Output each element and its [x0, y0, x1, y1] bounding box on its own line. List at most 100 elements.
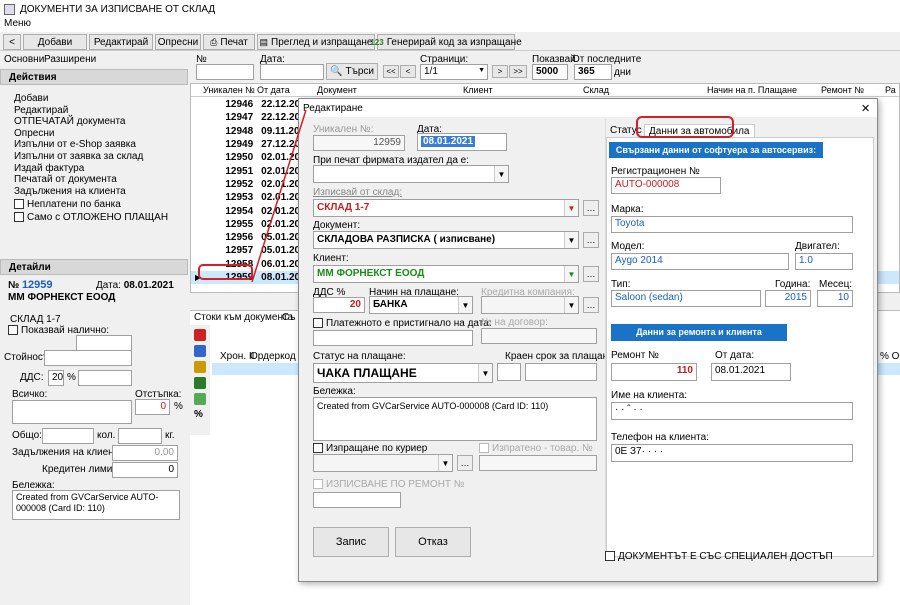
- prev-page-button[interactable]: <: [400, 65, 416, 78]
- tab-extended[interactable]: Разширени: [44, 54, 96, 65]
- client-name-field[interactable]: · · ˆ · ·: [611, 402, 853, 420]
- reg-field[interactable]: AUTO-000008: [611, 177, 721, 194]
- gen-code-button[interactable]: 123 Генерирай код за изпращане: [370, 34, 522, 50]
- next-page-button[interactable]: >: [492, 65, 508, 78]
- action-item[interactable]: Изпълни от заявка за склад: [14, 151, 143, 163]
- print-firm-select[interactable]: ▼: [313, 165, 509, 183]
- tab-goods[interactable]: Стоки към документа: [194, 312, 293, 323]
- repair-issue-field[interactable]: [313, 492, 401, 508]
- client-phone-field[interactable]: 0Е З7· · · ·: [611, 444, 853, 462]
- save-button[interactable]: Запис: [313, 527, 389, 557]
- action-item[interactable]: Добави: [14, 93, 143, 105]
- tab-basic[interactable]: Основни: [4, 54, 44, 65]
- action-item[interactable]: Печатай от документа: [14, 174, 143, 186]
- courier-select[interactable]: ▼: [313, 454, 453, 472]
- make-field[interactable]: Toyota: [611, 216, 853, 233]
- insert-row-icon[interactable]: [194, 345, 206, 357]
- general-qty-field[interactable]: [42, 428, 94, 444]
- page-select[interactable]: 1/1 ▼: [420, 64, 488, 80]
- first-page-button[interactable]: <<: [383, 65, 399, 78]
- vat-field[interactable]: 20: [313, 297, 365, 313]
- only-deferred-checkbox[interactable]: Само с ОТЛОЖЕНО ПЛАЩАН: [14, 212, 168, 223]
- col-header[interactable]: Начин на п. Плащане: [707, 85, 797, 95]
- action-item[interactable]: Издай фактура: [14, 163, 143, 175]
- print-button[interactable]: ⎙ Печат: [203, 34, 255, 50]
- back-button[interactable]: <: [3, 34, 21, 50]
- payment-method-select[interactable]: БАНКА ▼: [369, 296, 473, 314]
- action-item[interactable]: Задължения на клиента: [14, 186, 143, 198]
- courier-checkbox[interactable]: Изпращане по куриер: [313, 443, 427, 454]
- type-field[interactable]: Saloon (sedan): [611, 290, 761, 307]
- col-pct[interactable]: % О: [880, 351, 899, 362]
- percent-icon[interactable]: %: [194, 409, 203, 420]
- total-field[interactable]: [12, 400, 132, 424]
- vat-field[interactable]: 20: [48, 370, 64, 386]
- payment-status-select[interactable]: ЧАКА ПЛАЩАНЕ ▼: [313, 363, 493, 383]
- issued-from-browse-button[interactable]: …: [583, 200, 599, 216]
- payment-doc-date[interactable]: [313, 330, 473, 346]
- note-field[interactable]: Created from GVCarService AUTO-000008 (C…: [313, 397, 597, 441]
- note-field[interactable]: Created from GVCarService AUTO-000008 (C…: [12, 490, 180, 520]
- refresh-button[interactable]: Опресни: [155, 34, 201, 50]
- document-select[interactable]: СКЛАДОВА РАЗПИСКА ( изписване) ▼: [313, 231, 579, 249]
- payment-doc-checkbox[interactable]: Платежното е пристигнало на дата:: [313, 318, 492, 329]
- col-order[interactable]: Ордеркод: [250, 351, 296, 362]
- col-header[interactable]: Уникален №: [203, 85, 255, 95]
- delete-row-icon[interactable]: [194, 329, 206, 341]
- action-item[interactable]: Опресни: [14, 128, 143, 140]
- last-days-input[interactable]: 365: [574, 64, 612, 80]
- discount-field[interactable]: 0: [135, 399, 170, 415]
- month-field[interactable]: 10: [817, 290, 853, 307]
- value-field[interactable]: [44, 350, 132, 366]
- special-access-checkbox[interactable]: ДОКУМЕНТЪТ Е СЪС СПЕЦИАЛЕН ДОСТЪП: [605, 551, 833, 562]
- edit-button[interactable]: Редактирай: [89, 34, 153, 50]
- courier-browse-button[interactable]: …: [457, 455, 473, 471]
- tab-other[interactable]: Съ: [282, 312, 295, 323]
- action-item[interactable]: Изпълни от e-Shop заявка: [14, 139, 143, 151]
- show-avail-field[interactable]: [76, 335, 132, 351]
- filter-date-input[interactable]: [260, 64, 324, 80]
- repair-no-field[interactable]: 110: [611, 363, 697, 381]
- deadline-field-b[interactable]: [525, 363, 597, 381]
- sent-checkbox[interactable]: Изпратено - товар. №: [479, 443, 593, 454]
- issued-from-select[interactable]: СКЛАД 1-7 ▼: [313, 199, 579, 217]
- repair-issue-checkbox[interactable]: ИЗПИСВАНЕ ПО РЕМОНТ №: [313, 479, 465, 490]
- col-header[interactable]: От дата: [257, 85, 290, 95]
- sheet-icon[interactable]: [194, 393, 206, 405]
- col-header[interactable]: Ра: [885, 85, 896, 95]
- col-header[interactable]: Ремонт №: [821, 85, 864, 95]
- model-field[interactable]: Aygo 2014: [611, 253, 789, 270]
- unpaid-bank-checkbox[interactable]: Неплатени по банка: [14, 199, 121, 210]
- client-debt-field[interactable]: 0.00: [112, 445, 178, 461]
- copy-icon[interactable]: [194, 361, 206, 373]
- col-header[interactable]: Клиент: [463, 85, 493, 95]
- deadline-field-a[interactable]: [497, 363, 521, 381]
- general-kg-field[interactable]: [118, 428, 162, 444]
- credit-limit-field[interactable]: 0: [112, 462, 178, 478]
- excel-icon[interactable]: [194, 377, 206, 389]
- from-date-field[interactable]: 08.01.2021: [711, 363, 791, 381]
- credit-company-select[interactable]: ▼: [481, 296, 579, 314]
- close-icon[interactable]: ✕: [861, 102, 870, 115]
- engine-field[interactable]: 1.0: [795, 253, 853, 270]
- date-field[interactable]: 08.01.2021: [417, 133, 507, 151]
- year-field[interactable]: 2015: [765, 290, 811, 307]
- review-button[interactable]: ▤ Преглед и изпращане: [257, 34, 375, 50]
- search-button[interactable]: 🔍 Търси: [326, 63, 378, 80]
- col-header[interactable]: Документ: [317, 85, 357, 95]
- client-select[interactable]: ММ ФОРНЕКСТ ЕООД ▼: [313, 265, 579, 283]
- action-item[interactable]: Редактирай: [14, 105, 143, 117]
- shown-input[interactable]: 5000: [532, 64, 568, 80]
- cancel-button[interactable]: Отказ: [395, 527, 471, 557]
- action-item[interactable]: ОТПЕЧАТАЙ документа: [14, 116, 143, 128]
- filter-no-input[interactable]: [196, 64, 254, 80]
- contract-field[interactable]: [481, 328, 597, 344]
- credit-company-browse-button[interactable]: …: [583, 297, 599, 313]
- document-browse-button[interactable]: …: [583, 232, 599, 248]
- last-page-button[interactable]: >>: [509, 65, 527, 78]
- menu-item[interactable]: Меню: [4, 18, 31, 29]
- vat-amount-field[interactable]: [78, 370, 132, 386]
- col-header[interactable]: Склад: [583, 85, 609, 95]
- client-browse-button[interactable]: …: [583, 266, 599, 282]
- add-button[interactable]: Добави: [23, 34, 87, 50]
